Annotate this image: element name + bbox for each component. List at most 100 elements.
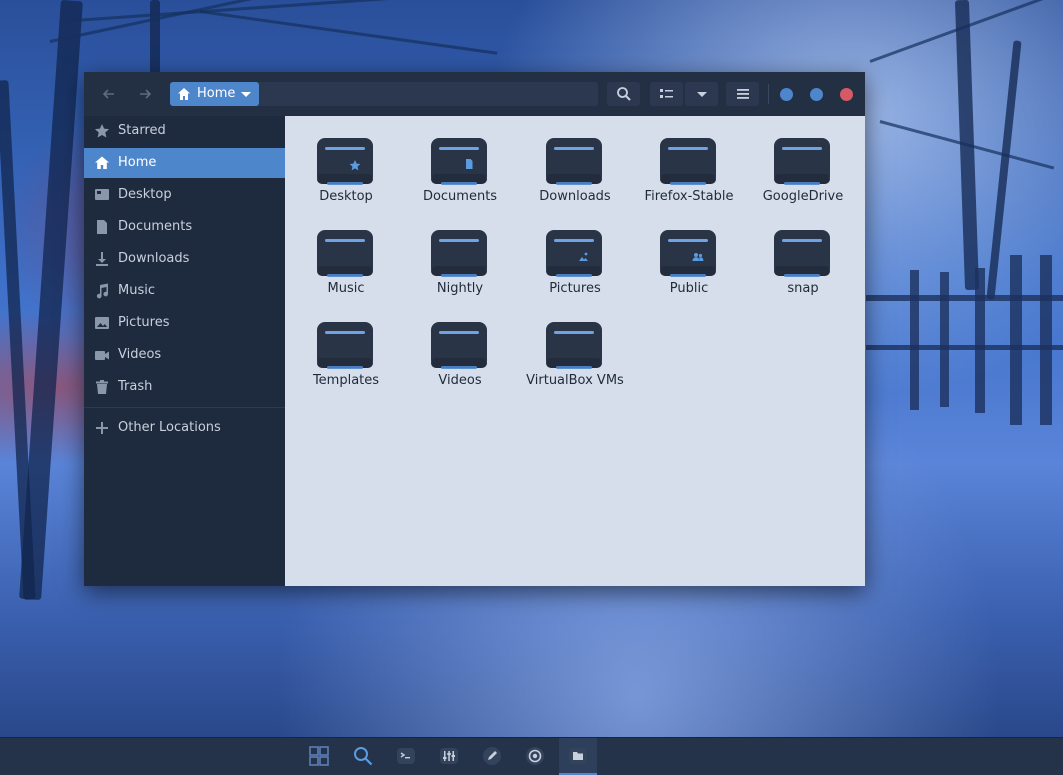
- view-options-button[interactable]: [685, 82, 718, 106]
- search-button[interactable]: [607, 82, 640, 106]
- chevron-down-icon: [697, 92, 707, 97]
- terminal-icon: [397, 748, 415, 764]
- folder-item[interactable]: Videos: [405, 316, 515, 402]
- folder-label: Pictures: [549, 281, 601, 296]
- folder-icon: [660, 138, 716, 185]
- path-label: Home: [197, 86, 236, 101]
- folder-label: GoogleDrive: [762, 189, 844, 204]
- folder-icon: [317, 138, 373, 185]
- sidebar-item-label: Trash: [118, 379, 153, 394]
- folder-icon: [546, 230, 602, 277]
- folder-label: Nightly: [436, 281, 484, 296]
- terminal-button[interactable]: [387, 738, 425, 775]
- folder-item[interactable]: Pictures: [520, 224, 630, 310]
- files-icon: [569, 748, 587, 764]
- desktop-icon: [95, 189, 109, 200]
- sidebar-item-label: Music: [118, 283, 155, 298]
- folder-label: Firefox-Stable: [644, 189, 734, 204]
- trash-icon: [96, 380, 108, 394]
- sidebar: Starred Home Desktop Documents Downloads…: [84, 116, 285, 586]
- folder-item[interactable]: Firefox-Stable: [634, 132, 744, 218]
- arrow-right-icon: [140, 89, 152, 99]
- arrow-left-icon: [102, 89, 114, 99]
- plus-icon: [96, 422, 108, 434]
- app-grid-icon: [309, 746, 329, 766]
- folder-label: Templates: [312, 373, 380, 388]
- folder-item[interactable]: Music: [291, 224, 401, 310]
- folder-label: Music: [327, 281, 365, 296]
- folder-item[interactable]: Public: [634, 224, 744, 310]
- folder-icon: [431, 230, 487, 277]
- path-home-button[interactable]: Home: [170, 82, 259, 106]
- folder-label: snap: [787, 281, 819, 296]
- sidebar-item-label: Downloads: [118, 251, 190, 266]
- sidebar-item-home[interactable]: Home: [84, 148, 285, 178]
- pen-icon: [483, 747, 501, 765]
- close-button[interactable]: [840, 88, 853, 101]
- sidebar-item-other-locations[interactable]: Other Locations: [84, 413, 285, 443]
- music-icon: [96, 283, 109, 299]
- folder-icon: [317, 322, 373, 369]
- divider: [768, 84, 769, 104]
- folder-icon: [317, 230, 373, 277]
- folder-icon: [774, 138, 830, 185]
- chevron-down-icon: [241, 92, 251, 97]
- folder-item[interactable]: GoogleDrive: [748, 132, 858, 218]
- path-bar: Home: [170, 82, 598, 106]
- taskbar-search-button[interactable]: [344, 738, 382, 775]
- text-editor-button[interactable]: [473, 738, 511, 775]
- sidebar-item-starred[interactable]: Starred: [84, 116, 285, 146]
- folder-item[interactable]: Downloads: [520, 132, 630, 218]
- minimize-button[interactable]: [780, 88, 793, 101]
- folder-label: Public: [669, 281, 709, 296]
- sidebar-item-label: Other Locations: [118, 420, 221, 435]
- folder-label: VirtualBox VMs: [526, 373, 624, 388]
- app-grid-button[interactable]: [300, 738, 338, 775]
- sidebar-item-pictures[interactable]: Pictures: [84, 308, 285, 338]
- mixer-button[interactable]: [430, 738, 468, 775]
- home-icon: [178, 88, 190, 100]
- sidebar-item-desktop[interactable]: Desktop: [84, 180, 285, 210]
- sidebar-item-music[interactable]: Music: [84, 276, 285, 306]
- folder-item[interactable]: VirtualBox VMs: [520, 316, 630, 402]
- hamburger-menu-icon: [737, 89, 749, 99]
- folder-item[interactable]: Desktop: [291, 132, 401, 218]
- folder-icon: [546, 322, 602, 369]
- folder-label: Desktop: [319, 189, 373, 204]
- sidebar-item-documents[interactable]: Documents: [84, 212, 285, 242]
- search-icon: [354, 747, 373, 766]
- sidebar-item-label: Pictures: [118, 315, 170, 330]
- sidebar-divider: [84, 407, 285, 408]
- folder-icon: [774, 230, 830, 277]
- folder-icon: [660, 230, 716, 277]
- folder-icon: [431, 322, 487, 369]
- view-toggle-button[interactable]: [650, 82, 683, 106]
- sidebar-item-trash[interactable]: Trash: [84, 372, 285, 402]
- headerbar: Home: [84, 72, 865, 117]
- list-view-icon: [660, 89, 673, 98]
- folder-icon: [546, 138, 602, 185]
- forward-button[interactable]: [132, 82, 158, 106]
- folder-item[interactable]: Templates: [291, 316, 401, 402]
- mixer-icon: [440, 748, 458, 764]
- star-icon: [94, 124, 110, 138]
- file-view: Desktop Documents Downloads Firefox-Stable G…: [285, 116, 865, 586]
- folder-item[interactable]: Nightly: [405, 224, 515, 310]
- sidebar-item-label: Videos: [118, 347, 162, 362]
- folder-label: Downloads: [539, 189, 611, 204]
- maximize-button[interactable]: [810, 88, 823, 101]
- browser-button[interactable]: [516, 738, 554, 775]
- home-icon: [95, 156, 109, 169]
- menu-button[interactable]: [726, 82, 759, 106]
- search-icon: [617, 87, 631, 101]
- back-button[interactable]: [96, 82, 122, 106]
- folder-label: Documents: [422, 189, 498, 204]
- sidebar-item-videos[interactable]: Videos: [84, 340, 285, 370]
- sidebar-item-downloads[interactable]: Downloads: [84, 244, 285, 274]
- folder-item[interactable]: Documents: [405, 132, 515, 218]
- sidebar-item-label: Home: [118, 155, 157, 170]
- folder-label: Videos: [438, 373, 482, 388]
- files-button[interactable]: [559, 738, 597, 775]
- folder-item[interactable]: snap: [748, 224, 858, 310]
- file-manager-window: Home Starred Home Desktop Documents Down…: [84, 72, 865, 586]
